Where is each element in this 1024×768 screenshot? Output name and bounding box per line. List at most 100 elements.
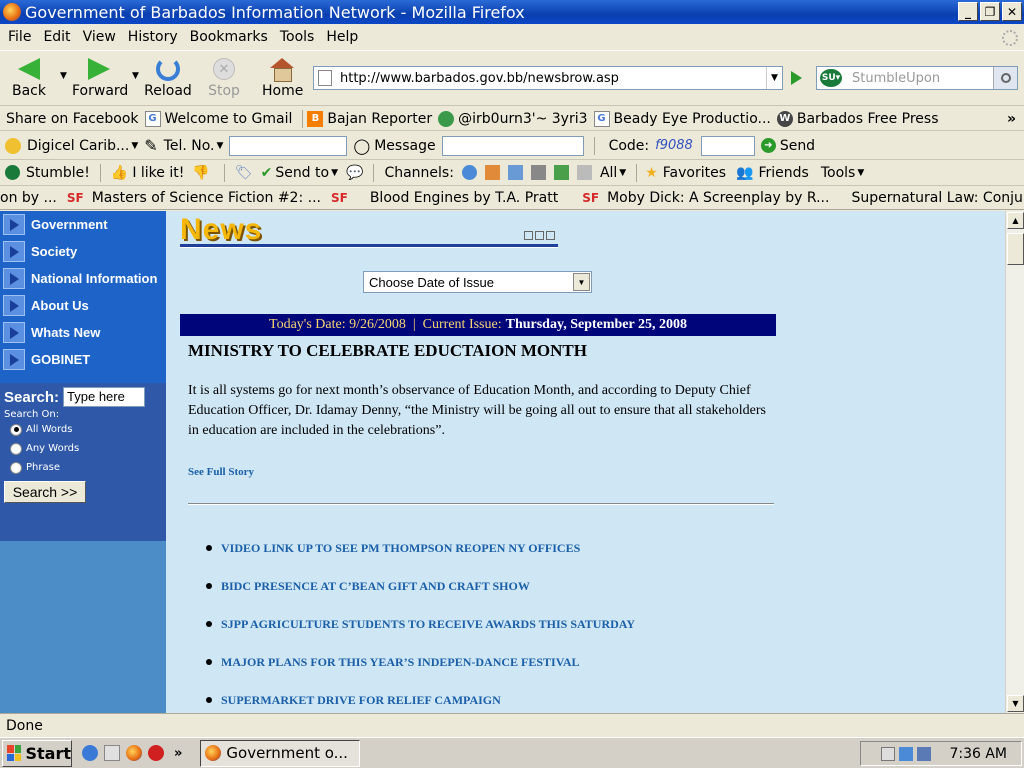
news-item-link[interactable]: VIDEO LINK UP TO SEE PM THOMPSON REOPEN … bbox=[221, 541, 580, 556]
radio-any-words[interactable]: Any Words bbox=[4, 439, 166, 458]
tel-dropdown-icon[interactable]: ▼ bbox=[217, 141, 224, 151]
scroll-up-button[interactable]: ▲ bbox=[1007, 212, 1024, 229]
site-search-input[interactable]: Type here bbox=[63, 387, 146, 407]
stop-button[interactable]: ✕ Stop bbox=[206, 55, 242, 99]
send-to-dropdown-icon[interactable]: ▼ bbox=[331, 168, 338, 178]
send-to-button[interactable]: Send to bbox=[275, 165, 329, 181]
bookmarks-overflow-button[interactable]: » bbox=[1007, 111, 1016, 127]
go-button[interactable] bbox=[787, 69, 805, 87]
menu-history[interactable]: History bbox=[128, 29, 178, 45]
news-item[interactable]: BIDC PRESENCE AT C’BEAN GIFT AND CRAFT S… bbox=[206, 579, 635, 617]
radio-phrase[interactable]: Phrase bbox=[4, 458, 166, 477]
news-item-link[interactable]: SUPERMARKET DRIVE FOR RELIEF CAMPAIGN bbox=[221, 693, 501, 708]
firefox-launch-icon[interactable] bbox=[126, 745, 142, 761]
bookmark-barbados-free-press[interactable]: W Barbados Free Press bbox=[776, 110, 938, 127]
bookmark-gmail[interactable]: G Welcome to Gmail bbox=[144, 110, 292, 127]
radio-button[interactable] bbox=[10, 442, 22, 455]
bookmark-irbourne[interactable]: @irb0urn3'~ 3yri3 bbox=[438, 110, 588, 127]
select-dropdown-icon[interactable]: ▼ bbox=[573, 273, 590, 291]
network-icon[interactable] bbox=[899, 746, 914, 761]
menu-help[interactable]: Help bbox=[326, 29, 358, 45]
thumbs-down-icon[interactable]: 👎 bbox=[192, 165, 209, 181]
menu-bookmarks[interactable]: Bookmarks bbox=[190, 29, 268, 45]
vertical-scrollbar[interactable]: ▲ ▼ bbox=[1005, 211, 1024, 713]
channel-people-icon[interactable] bbox=[484, 165, 500, 180]
internet-explorer-icon[interactable] bbox=[82, 745, 98, 761]
quick-launch-overflow[interactable]: » bbox=[174, 746, 182, 761]
channel-tag-icon[interactable] bbox=[576, 165, 592, 180]
display-icon[interactable] bbox=[917, 746, 932, 761]
chat-bubble-icon[interactable]: 💬 bbox=[346, 165, 363, 181]
tools-dropdown-icon[interactable]: ▼ bbox=[857, 168, 864, 178]
nav-item-whats-new[interactable]: Whats New bbox=[0, 319, 166, 346]
ticker-item[interactable]: Blood Engines by T.A. Pratt bbox=[370, 190, 558, 206]
menu-edit[interactable]: Edit bbox=[43, 29, 70, 45]
menu-file[interactable]: File bbox=[8, 29, 31, 45]
nav-item-national-information[interactable]: National Information bbox=[0, 265, 166, 292]
menu-view[interactable]: View bbox=[83, 29, 116, 45]
restore-button[interactable]: ❐ bbox=[980, 2, 1000, 21]
tools-menu[interactable]: Tools bbox=[821, 165, 856, 181]
search-box[interactable]: SU▾ StumbleUpon bbox=[816, 66, 1018, 90]
tag-icon[interactable]: 🏷 bbox=[235, 165, 253, 181]
clock[interactable]: 7:36 AM bbox=[949, 746, 1007, 762]
nav-item-about-us[interactable]: About Us bbox=[0, 292, 166, 319]
nav-item-gobinet[interactable]: GOBINET bbox=[0, 346, 166, 373]
ticker-item[interactable]: Moby Dick: A Screenplay by R... bbox=[607, 190, 829, 206]
media-player-icon[interactable] bbox=[148, 745, 164, 761]
favorites-button[interactable]: Favorites bbox=[663, 165, 726, 181]
bookmark-bajan-reporter[interactable]: B Bajan Reporter bbox=[307, 110, 432, 127]
back-dropdown-icon[interactable]: ▼ bbox=[60, 71, 67, 81]
ticker-item[interactable]: Supernatural Law: Conjural bbox=[851, 190, 1024, 206]
channel-photo-icon[interactable] bbox=[507, 165, 523, 180]
nav-item-government[interactable]: Government bbox=[0, 211, 166, 238]
radio-all-words[interactable]: All Words bbox=[4, 420, 166, 439]
url-dropdown-icon[interactable]: ▼ bbox=[766, 67, 782, 89]
ticker-item[interactable]: on by ... bbox=[0, 190, 57, 206]
site-search-button[interactable]: Search >> bbox=[4, 481, 86, 503]
search-placeholder[interactable]: StumbleUpon bbox=[852, 71, 993, 86]
like-button[interactable]: I like it! bbox=[132, 165, 184, 181]
news-item[interactable]: VIDEO LINK UP TO SEE PM THOMPSON REOPEN … bbox=[206, 541, 635, 579]
forward-dropdown-icon[interactable]: ▼ bbox=[132, 71, 139, 81]
home-button[interactable]: Home bbox=[262, 55, 303, 99]
close-button[interactable]: ✕ bbox=[1002, 2, 1022, 21]
see-full-story-link[interactable]: See Full Story bbox=[188, 466, 254, 478]
news-item-link[interactable]: MAJOR PLANS FOR THIS YEAR’S INDEPEN-DANC… bbox=[221, 655, 580, 670]
digicel-menu[interactable]: Digicel Carib... bbox=[27, 138, 129, 154]
reload-button[interactable]: Reload bbox=[144, 55, 192, 99]
news-item[interactable]: SUPERMARKET DRIVE FOR RELIEF CAMPAIGN bbox=[206, 693, 635, 713]
channel-news-icon[interactable] bbox=[553, 165, 569, 180]
bookmark-facebook[interactable]: Share on Facebook bbox=[6, 111, 139, 127]
news-item[interactable]: MAJOR PLANS FOR THIS YEAR’S INDEPEN-DANC… bbox=[206, 655, 635, 693]
scrollbar-thumb[interactable] bbox=[1007, 233, 1024, 265]
menu-tools[interactable]: Tools bbox=[280, 29, 315, 45]
message-field[interactable] bbox=[441, 135, 584, 156]
news-item[interactable]: SJPP AGRICULTURE STUDENTS TO RECEIVE AWA… bbox=[206, 617, 635, 655]
bookmark-beady-eye[interactable]: G Beady Eye Productio... bbox=[593, 110, 771, 127]
ticker-item[interactable]: Masters of Science Fiction #2: ... bbox=[92, 190, 321, 206]
start-button[interactable]: Start bbox=[2, 739, 72, 767]
news-item-link[interactable]: BIDC PRESENCE AT C’BEAN GIFT AND CRAFT S… bbox=[221, 579, 530, 594]
stumbleupon-engine-icon[interactable]: SU▾ bbox=[820, 69, 842, 87]
send-button[interactable]: Send bbox=[780, 138, 815, 154]
code-field[interactable] bbox=[700, 135, 755, 156]
channel-video-icon[interactable] bbox=[530, 165, 546, 180]
radio-button[interactable] bbox=[10, 461, 22, 474]
back-button[interactable]: Back bbox=[10, 55, 48, 99]
date-of-issue-select[interactable]: Choose Date of Issue ▼ bbox=[363, 271, 592, 293]
tel-label[interactable]: Tel. No. bbox=[164, 138, 215, 154]
radio-button[interactable] bbox=[10, 423, 22, 436]
all-dropdown-icon[interactable]: ▼ bbox=[619, 168, 626, 178]
show-desktop-icon[interactable] bbox=[104, 745, 120, 761]
channels-all-menu[interactable]: All bbox=[600, 165, 617, 181]
taskbar-firefox-window[interactable]: Government o... bbox=[200, 739, 361, 767]
volume-icon[interactable] bbox=[881, 746, 896, 761]
channel-globe-icon[interactable] bbox=[461, 165, 477, 180]
scroll-down-button[interactable]: ▼ bbox=[1007, 695, 1024, 712]
nav-item-society[interactable]: Society bbox=[0, 238, 166, 265]
tel-number-field[interactable] bbox=[229, 135, 348, 156]
digicel-dropdown-icon[interactable]: ▼ bbox=[131, 141, 138, 151]
news-item-link[interactable]: SJPP AGRICULTURE STUDENTS TO RECEIVE AWA… bbox=[221, 617, 635, 632]
search-go-button[interactable] bbox=[993, 67, 1017, 89]
